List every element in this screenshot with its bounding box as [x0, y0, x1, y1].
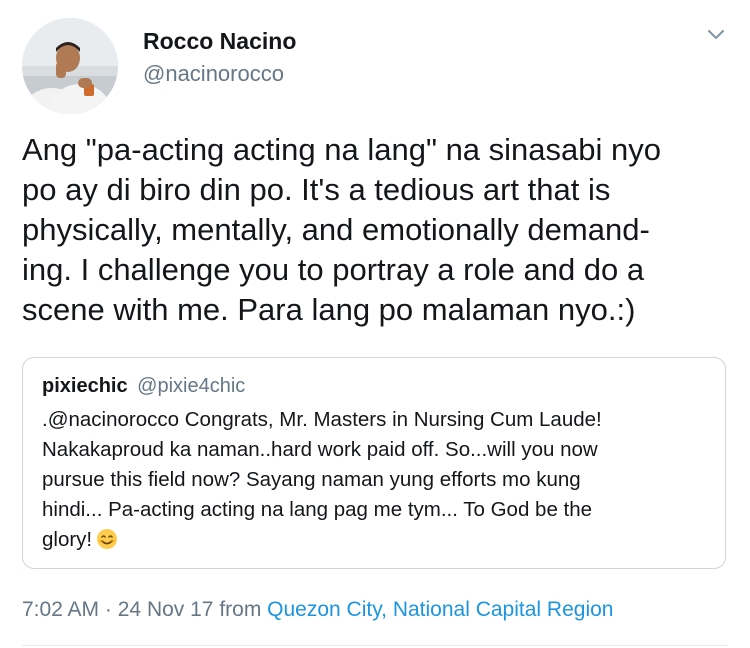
tweet-date[interactable]: 24 Nov 17	[118, 598, 214, 621]
from-label: from	[219, 598, 262, 621]
smiling-face-icon	[96, 528, 118, 559]
quoted-text-line: pursue this field now? Sayang naman yung…	[42, 468, 581, 491]
tweet-metadata: 7:02 AM · 24 Nov 17 from Quezon City, Na…	[22, 596, 613, 624]
user-handle[interactable]: @nacinorocco	[143, 60, 284, 88]
quoted-tweet-text: .@nacinorocco Congrats, Mr. Masters in N…	[42, 405, 712, 559]
tweet-time[interactable]: 7:02 AM	[22, 598, 99, 621]
display-name[interactable]: Rocco Nacino	[143, 27, 296, 55]
quoted-tweet[interactable]: pixiechic @pixie4chic .@nacinorocco Cong…	[22, 357, 726, 569]
divider	[22, 645, 728, 646]
tweet-text-line: Ang "pa-acting acting na lang" na sinasa…	[22, 132, 661, 167]
location-link[interactable]: Quezon City, National Capital Region	[267, 598, 613, 621]
tweet-text-line: po ay di biro din po. It's a tedious art…	[22, 172, 611, 207]
chevron-down-icon[interactable]	[704, 22, 728, 46]
quoted-text-line: .@nacinorocco Congrats, Mr. Masters in N…	[42, 408, 602, 431]
tweet-text-line: ing. I challenge you to portray a role a…	[22, 252, 645, 287]
quoted-text-line: glory!	[42, 525, 712, 559]
quoted-text-line: Nakakaproud ka naman..hard work paid off…	[42, 438, 598, 461]
quoted-tweet-header: pixiechic @pixie4chic	[42, 374, 245, 398]
quoted-text-last: glory!	[42, 528, 93, 551]
meta-separator: ·	[104, 598, 112, 621]
quoted-user-handle: @pixie4chic	[137, 375, 246, 397]
avatar[interactable]	[22, 18, 118, 114]
tweet-text-line: physically, mentally, and emotionally de…	[22, 212, 650, 247]
quoted-display-name: pixiechic	[42, 375, 128, 397]
tweet-text: Ang "pa-acting acting na lang" na sinasa…	[22, 130, 732, 330]
tweet-text-line: scene with me. Para lang po malaman nyo.…	[22, 292, 636, 327]
quoted-text-line: hindi... Pa-acting acting na lang pag me…	[42, 498, 593, 521]
